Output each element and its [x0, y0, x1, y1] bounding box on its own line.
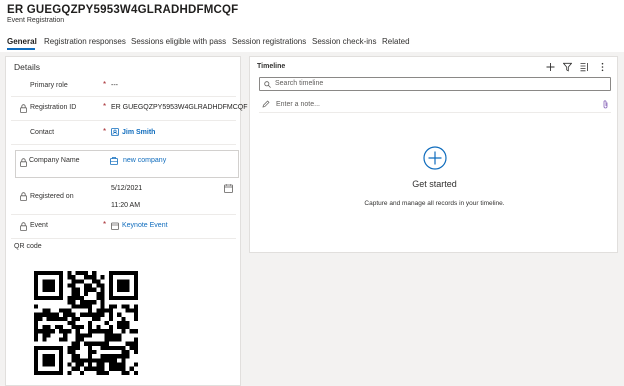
qr-code-label: QR code	[14, 243, 42, 250]
filter-icon[interactable]	[563, 62, 572, 72]
lock-icon	[20, 158, 27, 167]
registered-on-time[interactable]: 11:20 AM	[111, 202, 140, 209]
tab-related[interactable]: Related	[382, 37, 410, 46]
record-title: ER GUEGQZPY5953W4GLRADHDFMCQF	[7, 4, 239, 16]
active-tab-indicator	[7, 48, 35, 50]
lock-icon	[20, 192, 27, 201]
attach-icon[interactable]	[602, 100, 609, 109]
company-name-link[interactable]: new company	[123, 157, 166, 164]
add-circle-icon[interactable]	[423, 146, 447, 170]
tab-registration-responses[interactable]: Registration responses	[44, 37, 126, 46]
primary-role-label: Primary role	[30, 82, 68, 89]
tab-general[interactable]: General	[7, 37, 37, 46]
primary-role-value[interactable]: ---	[111, 82, 118, 89]
registered-on-date[interactable]: 5/12/2021	[111, 185, 142, 192]
timeline-search-placeholder: Search timeline	[275, 80, 324, 87]
list-icon[interactable]	[580, 62, 589, 72]
event-icon	[111, 222, 119, 230]
registration-id-value: ER GUEGQZPY5953W4GLRADHDFMCQF	[111, 104, 248, 111]
primary-role-row: Primary role * ---	[11, 73, 236, 97]
contact-row: Contact * Jim Smith	[11, 121, 236, 145]
lock-icon	[20, 104, 27, 113]
note-placeholder: Enter a note...	[276, 101, 320, 108]
company-name-label: Company Name	[29, 157, 80, 164]
registration-id-label: Registration ID	[30, 104, 77, 111]
registered-on-row: Registered on 5/12/2021 11:20 AM	[11, 177, 236, 215]
qr-code-image	[34, 271, 138, 375]
company-name-field: Company Name new company	[15, 150, 239, 178]
pencil-icon	[262, 100, 270, 108]
tab-session-check-ins[interactable]: Session check-ins	[312, 37, 376, 46]
contact-link[interactable]: Jim Smith	[122, 129, 155, 136]
add-icon[interactable]	[546, 62, 555, 72]
more-icon[interactable]	[598, 62, 607, 72]
required-indicator: *	[103, 80, 107, 89]
registered-on-label: Registered on	[30, 193, 74, 200]
record-header: ER GUEGQZPY5953W4GLRADHDFMCQF Event Regi…	[0, 0, 624, 52]
lock-icon	[20, 222, 27, 231]
account-icon	[110, 157, 118, 165]
get-started-title: Get started	[412, 179, 457, 189]
contact-icon	[111, 128, 119, 136]
tab-bar: General Registration responses Sessions …	[0, 34, 624, 50]
required-indicator: *	[103, 102, 107, 111]
event-label: Event	[30, 222, 48, 229]
timeline-search-input[interactable]: Search timeline	[259, 77, 611, 91]
required-indicator: *	[103, 220, 107, 229]
required-indicator: *	[103, 127, 107, 136]
calendar-icon[interactable]	[224, 184, 233, 193]
contact-label: Contact	[30, 129, 55, 136]
note-input[interactable]: Enter a note...	[259, 97, 611, 113]
tab-session-registrations[interactable]: Session registrations	[232, 37, 306, 46]
timeline-section: Timeline Search timeline Enter a note...	[249, 56, 618, 253]
details-section-title: Details	[14, 62, 40, 72]
registration-id-row: Registration ID * ER GUEGQZPY5953W4GLRAD…	[11, 97, 248, 121]
event-row: Event * Keynote Event	[11, 215, 236, 239]
record-entity-type: Event Registration	[7, 17, 65, 24]
tab-sessions-eligible-with-pass[interactable]: Sessions eligible with pass	[131, 37, 226, 46]
timeline-label: Timeline	[257, 63, 286, 70]
search-icon	[264, 81, 271, 88]
details-section: Details Primary role * --- Registration …	[5, 56, 248, 386]
event-link[interactable]: Keynote Event	[122, 222, 168, 229]
timeline-empty-description: Capture and manage all records in your t…	[364, 200, 505, 207]
